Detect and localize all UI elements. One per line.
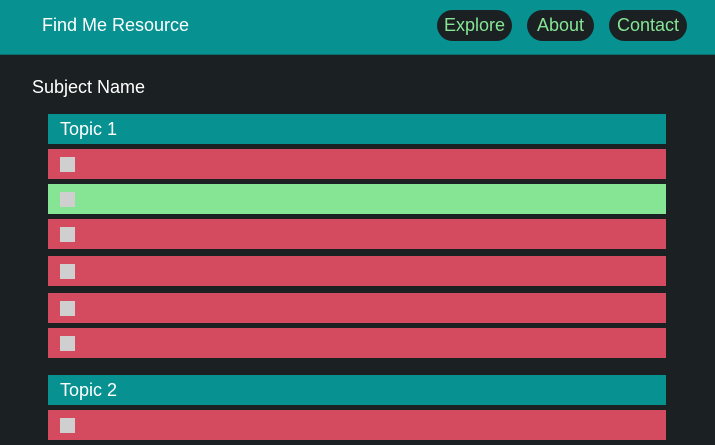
- subject-name: Subject Name: [32, 77, 146, 97]
- item-checkbox[interactable]: [60, 336, 75, 351]
- item-checkbox[interactable]: [60, 157, 75, 172]
- nav-about-button[interactable]: About: [527, 10, 594, 41]
- topic-1-item-2[interactable]: [48, 184, 666, 214]
- nav-contact-button[interactable]: Contact: [609, 10, 687, 41]
- topic-1-item-6[interactable]: [48, 328, 666, 358]
- item-checkbox[interactable]: [60, 264, 75, 279]
- top-navbar: Find Me Resource Explore About Contact: [0, 0, 715, 55]
- topic-header-2[interactable]: Topic 2: [48, 375, 666, 405]
- topic-header-1[interactable]: Topic 1: [48, 114, 666, 144]
- topic-1-item-4[interactable]: [48, 256, 666, 286]
- brand-title[interactable]: Find Me Resource: [42, 14, 189, 36]
- topic-2-item-1[interactable]: [48, 410, 666, 440]
- item-checkbox[interactable]: [60, 227, 75, 242]
- topic-1-item-3[interactable]: [48, 219, 666, 249]
- item-checkbox[interactable]: [60, 418, 75, 433]
- topic-1-item-1[interactable]: [48, 149, 666, 179]
- item-checkbox[interactable]: [60, 192, 75, 207]
- topic-1-item-5[interactable]: [48, 293, 666, 323]
- item-checkbox[interactable]: [60, 301, 75, 316]
- nav-explore-button[interactable]: Explore: [437, 10, 512, 41]
